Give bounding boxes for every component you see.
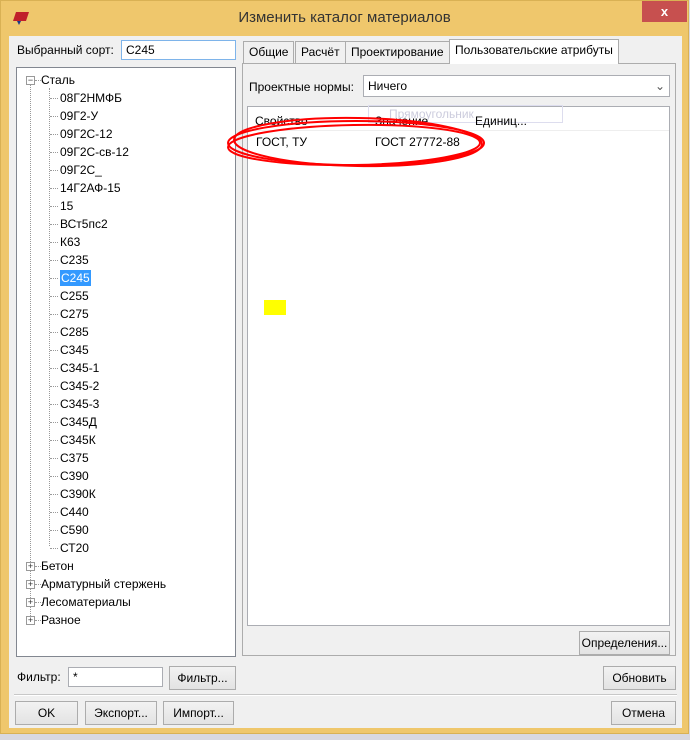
red-ellipse-annotation [227,116,485,168]
